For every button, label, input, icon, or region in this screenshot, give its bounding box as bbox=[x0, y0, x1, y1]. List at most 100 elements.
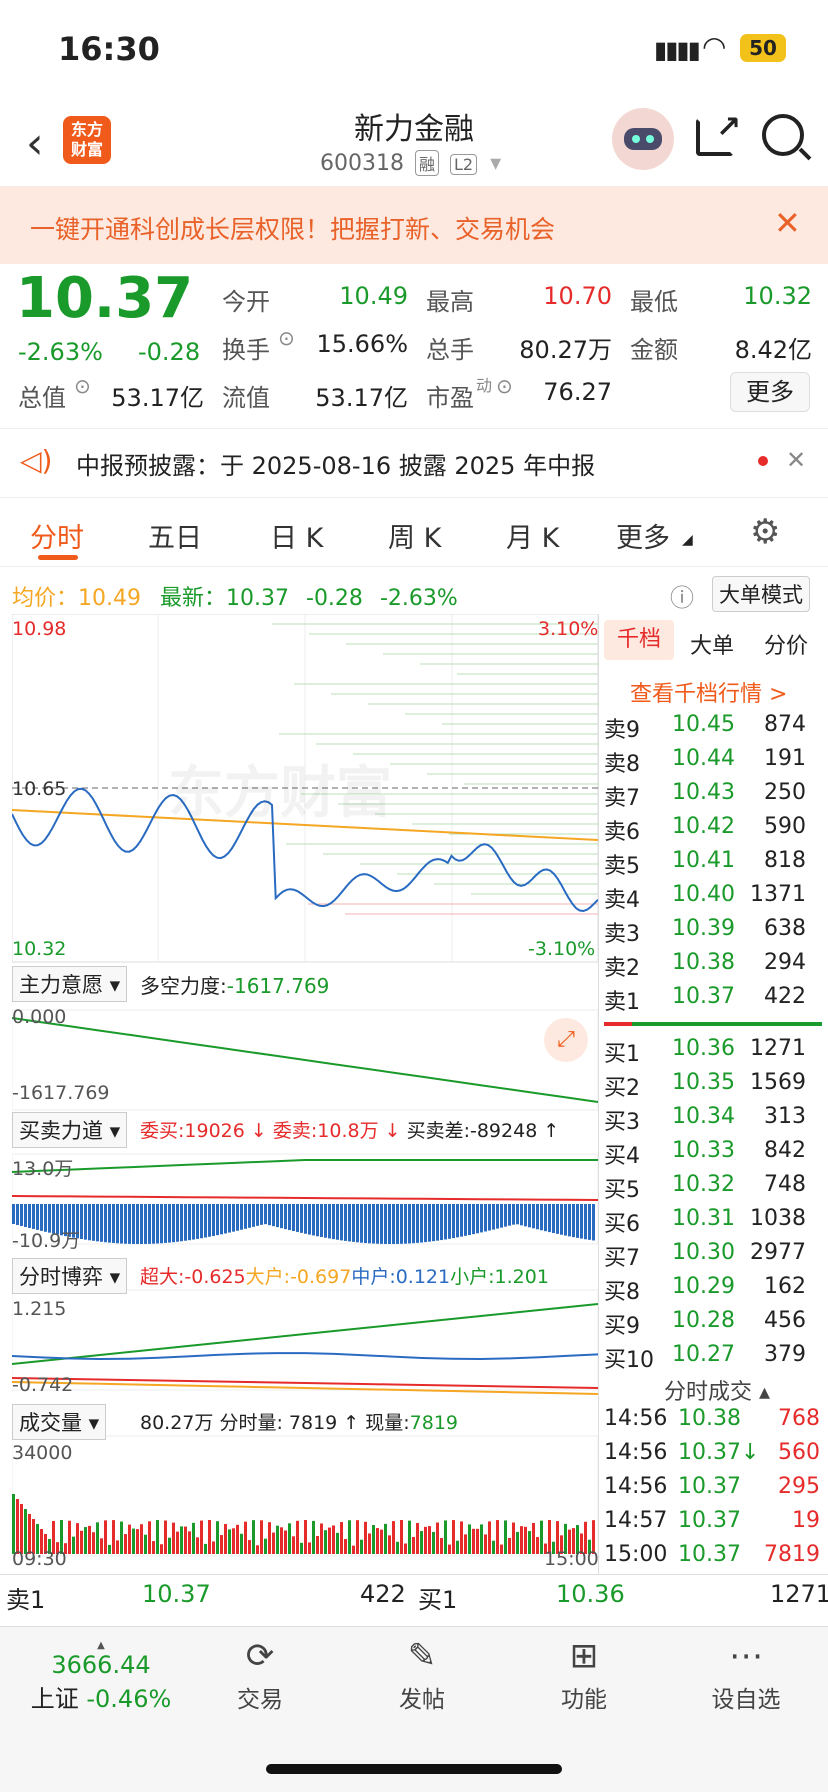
force-bar bbox=[436, 1204, 439, 1241]
more-button[interactable]: 更多 bbox=[730, 372, 810, 412]
now-volume-label: 现量: bbox=[365, 1412, 410, 1434]
unread-dot bbox=[758, 456, 768, 466]
strength-value: -1617.769 bbox=[226, 974, 330, 998]
seg-volume: 分时量: 7819 ↑ bbox=[219, 1412, 360, 1434]
volume-bar bbox=[276, 1525, 279, 1554]
share-arrow-icon: ↗ bbox=[716, 110, 742, 145]
close-icon[interactable]: ✕ bbox=[786, 446, 806, 474]
amount-label: 金额 bbox=[630, 336, 678, 364]
volume-bar bbox=[252, 1520, 255, 1554]
ask-row: 卖9 10.45 874 bbox=[604, 712, 824, 743]
indicator-select-volume[interactable]: 成交量 ▾ bbox=[12, 1404, 107, 1440]
force-bar bbox=[556, 1204, 559, 1234]
volume-bar bbox=[152, 1541, 155, 1554]
tab-intraday[interactable]: 分时 bbox=[30, 516, 84, 555]
level-label: 买10 bbox=[604, 1348, 654, 1373]
summary-pct: -2.63% bbox=[379, 586, 458, 611]
bid-volume: 委买:19026 ↓ bbox=[140, 1120, 267, 1142]
stock-code-row[interactable]: 600318 融 L2 ▾ bbox=[320, 150, 501, 176]
home-indicator[interactable] bbox=[266, 1764, 562, 1774]
nav-post[interactable]: ✎ 发帖 bbox=[372, 1632, 472, 1714]
level-volume: 250 bbox=[764, 780, 806, 805]
promo-text[interactable]: 一键开通科创成长层权限！把握打新、交易机会 bbox=[30, 210, 555, 246]
wifi-icon: ◠ bbox=[702, 30, 727, 63]
volume-bar bbox=[368, 1533, 371, 1554]
volume-bar bbox=[104, 1520, 107, 1554]
volume-bar bbox=[320, 1523, 323, 1554]
indicator-select-buy-sell[interactable]: 买卖力道 ▾ bbox=[12, 1112, 128, 1148]
volume-bar bbox=[472, 1528, 475, 1554]
info-icon[interactable]: ⊙ bbox=[74, 374, 91, 398]
force-bar bbox=[220, 1204, 223, 1235]
info-icon[interactable]: ⊙ bbox=[278, 326, 295, 350]
expand-icon[interactable]: ⤢ bbox=[544, 1018, 588, 1062]
indicator-select-game[interactable]: 分时博弈 ▾ bbox=[12, 1258, 128, 1294]
trades-title[interactable]: 分时成交 ▴ bbox=[664, 1374, 770, 1406]
nav-watchlist[interactable]: ⋯ 设自选 bbox=[696, 1632, 796, 1714]
volume-bar bbox=[448, 1544, 451, 1554]
force-bar bbox=[536, 1204, 539, 1230]
volume-bar bbox=[444, 1520, 447, 1554]
bid-row: 买7 10.30 2977 bbox=[604, 1240, 824, 1271]
y-axis-high: 10.98 bbox=[12, 618, 67, 640]
panel-tab-depth[interactable]: 千档 bbox=[604, 620, 674, 660]
tab-monthly[interactable]: 月 K bbox=[506, 516, 559, 555]
small: 小户:1.201 bbox=[450, 1266, 549, 1288]
force-bar bbox=[592, 1204, 595, 1241]
force-bar bbox=[136, 1204, 139, 1244]
tab-daily[interactable]: 日 K bbox=[270, 516, 323, 555]
panel-tab-bigorder[interactable]: 大单 bbox=[690, 628, 734, 660]
battery-indicator: 50 bbox=[740, 34, 786, 62]
force-bar bbox=[236, 1204, 239, 1231]
nav-trade[interactable]: ⟳ 交易 bbox=[210, 1632, 310, 1714]
info-icon[interactable]: ⊙ bbox=[496, 374, 513, 398]
level-volume: 638 bbox=[764, 916, 806, 941]
volume-bar bbox=[360, 1539, 363, 1554]
volume-bar bbox=[508, 1537, 511, 1554]
level-label: 卖3 bbox=[604, 922, 640, 947]
volume-bar bbox=[144, 1534, 147, 1554]
force-bar bbox=[260, 1204, 263, 1225]
volume-bar bbox=[168, 1537, 171, 1554]
nav-function[interactable]: ⊞ 功能 bbox=[534, 1632, 634, 1714]
bid-row: 买6 10.31 1038 bbox=[604, 1206, 824, 1237]
tab-more[interactable]: 更多 bbox=[616, 516, 670, 555]
level-label: 买4 bbox=[604, 1144, 640, 1169]
close-icon[interactable]: ✕ bbox=[774, 204, 801, 242]
ask-row: 卖7 10.43 250 bbox=[604, 780, 824, 811]
volume-bar bbox=[308, 1542, 311, 1554]
volume-bar bbox=[436, 1522, 439, 1554]
tab-weekly[interactable]: 周 K bbox=[388, 516, 441, 555]
index-ticker[interactable]: ▲ 3666.44 上证 -0.46% bbox=[26, 1640, 176, 1714]
volume-bar bbox=[16, 1499, 19, 1554]
force-bar bbox=[108, 1204, 111, 1243]
settings-icon[interactable]: ⚙ bbox=[750, 512, 780, 552]
high-value: 10.70 bbox=[543, 282, 612, 310]
l2-tag: L2 bbox=[450, 154, 478, 175]
tab-5day[interactable]: 五日 bbox=[148, 516, 202, 555]
indicator-select-main-force[interactable]: 主力意愿 ▾ bbox=[12, 966, 128, 1002]
volume-label: 总手 bbox=[426, 336, 474, 364]
level-label: 买1 bbox=[604, 1042, 640, 1067]
volume-bar bbox=[412, 1536, 415, 1554]
notice-text[interactable]: 中报预披露：于 2025-08-16 披露 2025 年中报 bbox=[76, 446, 595, 481]
help-icon[interactable]: ⓘ bbox=[670, 578, 694, 613]
back-icon[interactable]: ‹ bbox=[26, 118, 44, 169]
level-volume: 162 bbox=[764, 1274, 806, 1299]
big-order-mode-button[interactable]: 大单模式 bbox=[712, 576, 810, 612]
depth-link[interactable]: 查看千档行情 > bbox=[630, 676, 787, 708]
change-percent: -2.63% bbox=[18, 338, 103, 366]
force-bar bbox=[456, 1204, 459, 1238]
panel-tab-price[interactable]: 分价 bbox=[764, 628, 808, 660]
avg-label: 均价： bbox=[12, 586, 79, 611]
force-bar bbox=[492, 1204, 495, 1230]
assistant-robot-icon[interactable] bbox=[612, 108, 674, 170]
more-dots-icon: ⋯ bbox=[729, 1636, 763, 1676]
volume-bar bbox=[480, 1524, 483, 1554]
force-bar bbox=[488, 1204, 491, 1231]
level-volume: 748 bbox=[764, 1172, 806, 1197]
volume-bar bbox=[80, 1530, 83, 1554]
low-value: 10.32 bbox=[743, 282, 812, 310]
force-bar bbox=[300, 1204, 303, 1233]
volume-bar bbox=[452, 1520, 455, 1554]
